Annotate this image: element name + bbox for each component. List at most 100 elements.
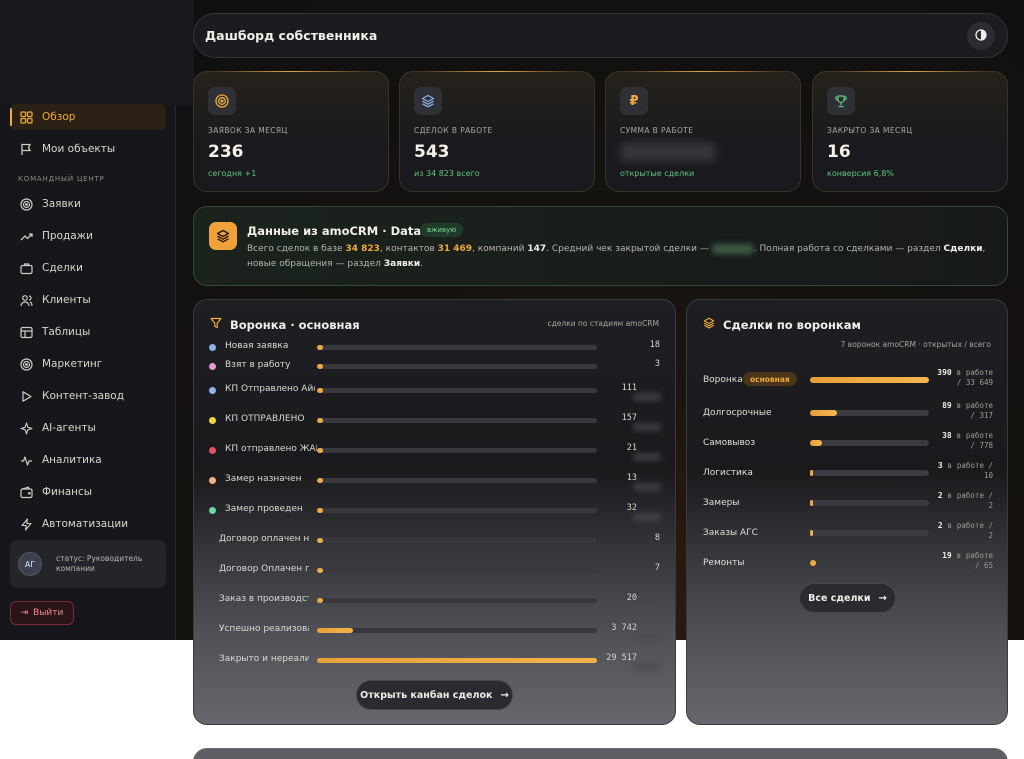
pipeline-bar-track xyxy=(810,440,929,446)
stage-bar-fill xyxy=(317,568,323,573)
pipeline-row[interactable]: Заказы АГС 2 в работе / 2 xyxy=(687,521,1007,549)
pipeline-row[interactable]: Замеры 2 в работе / 2 xyxy=(687,491,1007,519)
half-moon-icon xyxy=(975,28,987,44)
stage-bar-track xyxy=(317,628,597,633)
pipeline-bar-track xyxy=(810,377,929,383)
sidebar-item-ai-agents[interactable]: AI-агенты xyxy=(10,415,166,441)
trophy-icon xyxy=(827,87,855,115)
stage-count: 7 xyxy=(654,563,660,573)
page: Обзор Мои объекты КОМАНДНЫЙ ЦЕНТР Заявки… xyxy=(0,0,1024,759)
pipeline-bar-fill xyxy=(810,530,813,536)
hidden-amount xyxy=(633,513,661,521)
stat-label: СДЕЛОК В РАБОТЕ xyxy=(414,126,493,135)
sidebar-item-finance[interactable]: Финансы xyxy=(10,479,166,505)
pipeline-counts: 390 в работе / 33 649 xyxy=(937,368,993,388)
funnel-stage-row[interactable]: Замер проведен 32 xyxy=(194,501,675,521)
sidebar-item-clients[interactable]: Клиенты xyxy=(10,287,166,313)
separator: / xyxy=(956,378,966,387)
sidebar-item-requests[interactable]: Заявки xyxy=(10,191,166,217)
pipelines-title: Сделки по воронкам xyxy=(703,317,861,332)
user-card[interactable]: АГ статус: Руководитель компании xyxy=(10,540,166,588)
table-icon xyxy=(18,324,34,340)
sidebar-item-analytics[interactable]: Аналитика xyxy=(10,447,166,473)
funnel-stage-row[interactable]: Взят в работу 3 xyxy=(194,357,675,377)
sidebar-item-sales[interactable]: Продажи xyxy=(10,223,166,249)
sidebar-item-automations[interactable]: Автоматизации xyxy=(10,511,166,537)
sidebar-item-label: Автоматизации xyxy=(42,518,129,530)
funnel-stage-row[interactable]: Успешно реализовано 3 742 xyxy=(194,621,675,641)
datahub-banner: Данные из amoCRM · Data Hub вживую Всего… xyxy=(193,206,1008,286)
stage-count: 3 xyxy=(654,359,660,369)
pipeline-bar-fill xyxy=(810,440,822,446)
stat-value: 543 xyxy=(414,142,450,162)
sidebar-item-label: AI-агенты xyxy=(42,422,96,434)
funnel-stage-row[interactable]: Новая заявка 18 xyxy=(194,338,675,358)
funnel-stage-row[interactable]: Замер назначен 13 xyxy=(194,471,675,491)
open-count: 2 xyxy=(937,491,943,500)
all-deals-button[interactable]: Все сделки → xyxy=(799,583,896,613)
stage-count: 29 517 xyxy=(606,653,637,663)
requests-link[interactable]: Заявки xyxy=(384,259,420,269)
pipeline-row[interactable]: Долгосрочные 89 в работе / 317 xyxy=(687,401,1007,429)
stage-dot xyxy=(209,387,216,394)
deals-link[interactable]: Сделки xyxy=(944,244,983,254)
target-icon xyxy=(18,196,34,212)
pipeline-bar-track xyxy=(810,470,929,476)
layers-icon xyxy=(703,317,715,332)
funnel-stage-row[interactable]: Заказ в производстве 20 xyxy=(194,591,675,611)
stage-label: Замер назначен xyxy=(225,474,302,484)
pipeline-bar-track xyxy=(810,560,929,566)
stage-label: Договор оплачен не п xyxy=(219,534,309,544)
funnel-stage-row[interactable]: КП отправлено ЖАРА 21 xyxy=(194,441,675,461)
sidebar-item-content-factory[interactable]: Контент-завод xyxy=(10,383,166,409)
hidden-amount xyxy=(633,423,661,431)
pipeline-label: Ремонты xyxy=(703,558,745,568)
next-panel xyxy=(193,748,1008,759)
total-count: 2 xyxy=(988,531,993,540)
ruble-icon: ₽ xyxy=(620,87,648,115)
funnel-stage-row[interactable]: Договор Оплачен под 7 xyxy=(194,561,675,581)
stage-bar-track xyxy=(317,345,597,350)
total-count: 2 xyxy=(988,501,993,510)
text-part: . Полная работа со сделками — раздел xyxy=(753,244,941,254)
logout-button[interactable]: ⇥ Выйти xyxy=(10,601,74,625)
sidebar-item-my-objects[interactable]: Мои объекты xyxy=(10,136,166,162)
sidebar-item-marketing[interactable]: Маркетинг xyxy=(10,351,166,377)
open-count: 3 xyxy=(937,461,943,470)
main-pipeline-badge: основная xyxy=(743,372,797,386)
stat-label: ЗАКРЫТО ЗА МЕСЯЦ xyxy=(827,126,913,135)
pipeline-row[interactable]: Логистика 3 в работе / 10 xyxy=(687,461,1007,489)
target-icon xyxy=(18,356,34,372)
text-part: . Средний чек закрытой сделки — xyxy=(546,244,709,254)
funnel-stage-row[interactable]: Закрыто и нереализо 29 517 xyxy=(194,651,675,671)
stage-dot xyxy=(209,363,216,370)
user-status: статус: Руководитель компании xyxy=(56,554,143,573)
stat-value: 236 xyxy=(208,142,244,162)
sidebar-item-overview[interactable]: Обзор xyxy=(10,104,166,130)
open-kanban-button[interactable]: Открыть канбан сделок → xyxy=(356,680,513,710)
pipeline-row[interactable]: Самовывоз 38 в работе / 778 xyxy=(687,431,1007,459)
pipeline-row[interactable]: Воронка основная 390 в работе / 33 649 xyxy=(687,368,1007,396)
target-icon xyxy=(208,87,236,115)
unit-in: в xyxy=(956,368,962,377)
pipelines-title-text: Сделки по воронкам xyxy=(723,317,861,332)
sidebar-item-deals[interactable]: Сделки xyxy=(10,255,166,281)
stage-count: 157 xyxy=(621,413,637,423)
pipeline-counts: 19 в работе / 65 xyxy=(937,551,993,571)
funnel-stage-row[interactable]: Договор оплачен не п 8 xyxy=(194,531,675,551)
open-kanban-label: Открыть канбан сделок xyxy=(360,689,493,701)
briefcase-icon xyxy=(18,260,34,276)
pipelines-subtitle: 7 воронок amoCRM · открытых / всего xyxy=(840,340,991,349)
sidebar-item-tables[interactable]: Таблицы xyxy=(10,319,166,345)
open-count: 2 xyxy=(937,521,943,530)
funnel-stage-row[interactable]: КП ОТПРАВЛЕНО 157 xyxy=(194,411,675,431)
pipeline-label: Заказы АГС xyxy=(703,528,758,538)
stat-sub: открытые сделки xyxy=(620,169,695,178)
layers-icon xyxy=(414,87,442,115)
stage-bar-track xyxy=(317,538,597,543)
sidebar-item-label: Сделки xyxy=(42,262,83,274)
theme-toggle-button[interactable] xyxy=(967,22,995,50)
funnel-stage-row[interactable]: КП Отправлено Айс 111 xyxy=(194,381,675,401)
stage-count: 18 xyxy=(649,340,660,350)
pipeline-row[interactable]: Ремонты 19 в работе / 65 xyxy=(687,551,1007,579)
